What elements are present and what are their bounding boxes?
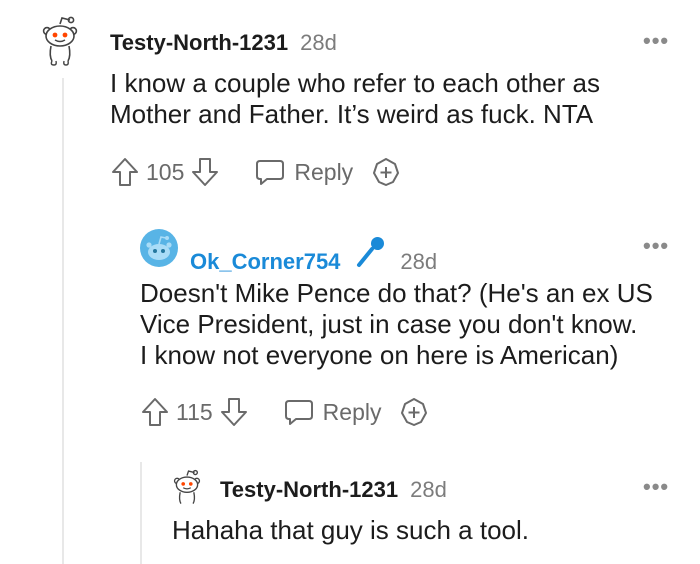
thread-line[interactable] [62, 78, 64, 564]
timestamp: 28d [300, 30, 337, 55]
upvote-arrow-icon[interactable] [140, 396, 170, 428]
award-button[interactable] [399, 397, 429, 427]
snoo-blue-avatar-icon[interactable] [139, 228, 179, 268]
reply-label: Reply [294, 158, 354, 185]
award-button[interactable] [371, 157, 401, 187]
comment-line: Doesn't Mike Pence do that? (He's an ex … [140, 278, 653, 308]
comment-actions: 105 Reply [110, 156, 401, 188]
username[interactable]: Testy-North-1231 [110, 30, 288, 56]
more-options-icon[interactable]: ••• [643, 28, 669, 54]
microphone-icon [354, 235, 388, 269]
award-plus-icon [401, 398, 428, 426]
username[interactable]: Testy-North-1231 [220, 477, 398, 503]
upvote-arrow-icon[interactable] [110, 156, 140, 188]
reply-button[interactable]: Reply [283, 397, 382, 427]
vote-count: 115 [176, 398, 213, 425]
vote-group: 105 [110, 156, 220, 188]
snoo-avatar-icon[interactable] [38, 14, 82, 72]
vote-group: 115 [140, 396, 249, 428]
snoo-avatar-icon[interactable] [170, 468, 204, 512]
reply-label: Reply [322, 398, 382, 425]
comment-body: Hahaha that guy is such a tool. [172, 515, 529, 546]
chat-bubble-icon [256, 160, 285, 185]
chat-bubble-icon [284, 400, 313, 425]
comment-line: Hahaha that guy is such a tool. [172, 515, 530, 545]
more-options-icon[interactable]: ••• [643, 233, 669, 259]
award-plus-icon [373, 158, 400, 186]
comment-body: I know a couple who refer to each other … [110, 68, 600, 130]
comment-line: I know not everyone on here is American) [140, 340, 619, 370]
comment-body: Doesn't Mike Pence do that? (He's an ex … [140, 278, 653, 371]
timestamp: 28d [400, 249, 438, 274]
downvote-arrow-icon[interactable] [190, 156, 220, 188]
vote-count: 105 [146, 158, 185, 185]
comment-actions: 115 Reply [140, 396, 429, 428]
comment-line: Mother and Father. It’s weird as fuck. N… [110, 99, 594, 129]
comment-line: Vice President, just in case you don't k… [140, 309, 638, 339]
comment-line: I know a couple who refer to each other … [110, 68, 600, 98]
username[interactable]: Ok_Corner754 [190, 249, 340, 275]
thread-line[interactable] [140, 462, 142, 564]
reply-button[interactable]: Reply [254, 157, 353, 187]
downvote-arrow-icon[interactable] [219, 396, 249, 428]
timestamp: 28d [410, 477, 447, 502]
more-options-icon[interactable]: ••• [643, 474, 669, 500]
